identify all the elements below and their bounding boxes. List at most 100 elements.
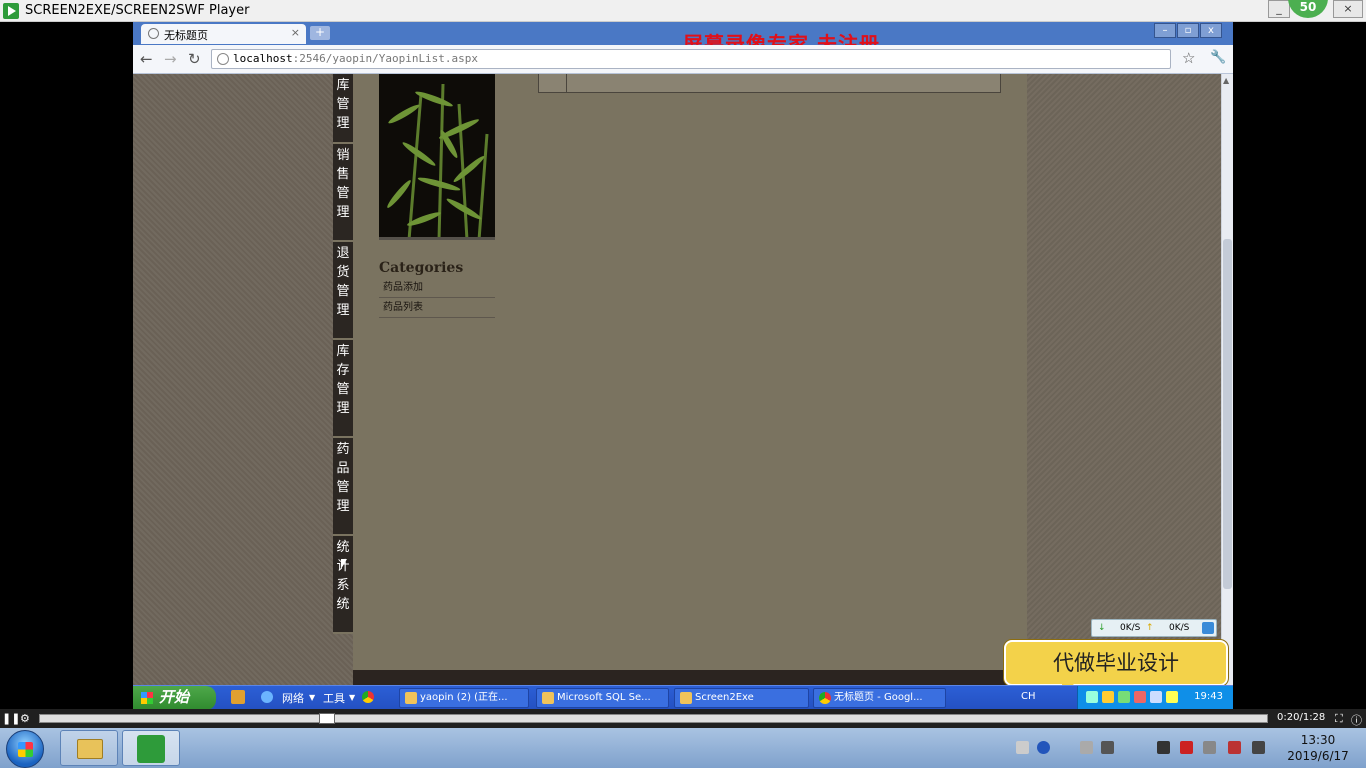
address-bar[interactable]: localhost:2546/yaopin/YaopinList.aspx [211,49,1171,69]
show-hidden-icons[interactable] [1080,741,1093,754]
right-background [1027,74,1221,685]
player-taskbar-button[interactable] [122,730,180,766]
network-monitor: ↓ 0K/S ↑ 0K/S [1091,619,1217,637]
browser-maximize-button[interactable]: ▫ [1177,23,1199,38]
signal-icon[interactable] [1252,741,1265,754]
windows-flag-icon [141,692,153,704]
address-url: localhost:2546/yaopin/YaopinList.aspx [233,52,478,65]
page-viewport: 库管理 销售管理 退货管理 库存管理 药品管理 统计系统 Categories [133,74,1221,685]
player-logo-icon [3,3,19,19]
bookmark-star-icon[interactable]: ☆ [1182,49,1195,67]
scroll-thumb[interactable] [1223,239,1232,589]
category-link-drug-list[interactable]: 药品列表 [379,298,495,318]
volume-muted-icon[interactable] [1203,741,1216,754]
download-speed: 0K/S [1120,623,1141,633]
nav-item-returns[interactable]: 退货管理 [333,242,353,340]
browser-close-button[interactable]: x [1200,23,1222,38]
quicklaunch-tools[interactable]: 工具 [323,690,345,706]
browser-toolbar: ← → ↻ localhost:2546/yaopin/YaopinList.a… [133,45,1233,74]
ie-icon[interactable] [261,691,273,703]
page-scrollbar[interactable]: ▲ [1221,74,1233,685]
nav-item-statistics[interactable]: 统计系统 [333,536,353,634]
upload-speed: 0K/S [1169,623,1190,633]
back-arrow-icon[interactable]: ← [140,50,153,68]
device-icon[interactable] [1101,741,1114,754]
mouse-cursor [341,559,347,569]
notification-icon[interactable] [1157,741,1170,754]
player-controls: ❚❚ ⚙ 0:20/1:28 ⛶ ⓘ [0,709,1366,728]
tray-icon[interactable] [1102,691,1114,703]
netmon-settings-icon[interactable] [1202,622,1214,634]
browser-tab[interactable]: 无标题页 × [141,24,306,44]
explorer-taskbar-button[interactable] [60,730,118,766]
download-arrow-icon: ↓ [1098,623,1106,633]
tray-icon[interactable] [1150,691,1162,703]
network-error-icon[interactable] [1228,741,1241,754]
forward-arrow-icon[interactable]: → [164,50,177,68]
progress-track[interactable] [39,713,1268,724]
nav-item-drugs[interactable]: 药品管理 [333,438,353,536]
language-indicator[interactable]: CH [1021,691,1036,702]
tray-icon[interactable] [1134,691,1146,703]
task-app-icon [542,692,554,704]
tab-title: 无标题页 [164,29,208,42]
player-title-bar: SCREEN2EXE/SCREEN2SWF Player _ 50 × [0,0,1366,22]
xp-task-screen2exe[interactable]: Screen2Exe [674,688,809,708]
keyboard-icon[interactable] [1016,741,1029,754]
quicklaunch-app-icon[interactable] [231,690,245,704]
url-path: :2546/yaopin/YaopinList.aspx [292,52,479,65]
help-icon[interactable] [1037,741,1050,754]
progress-thumb[interactable] [319,713,335,724]
chrome-icon [819,692,831,704]
category-link-add-drug[interactable]: 药品添加 [379,278,495,298]
browser-minimize-button[interactable]: – [1154,23,1176,38]
player-badge: 50 [1288,0,1328,18]
new-tab-button[interactable]: + [310,26,330,40]
bamboo-illustration [387,83,489,240]
bamboo-image [379,74,495,240]
xp-clock: 19:43 [1194,691,1223,702]
folder-icon [680,692,692,704]
xp-task-yaopin[interactable]: yaopin (2) (正在... [399,688,529,708]
pause-icon[interactable]: ❚❚ [2,712,20,725]
win7-date: 2019/6/17 [1287,749,1349,763]
wrench-menu-icon[interactable]: 🔧 [1210,50,1226,65]
chrome-icon[interactable] [362,691,374,703]
tray-icon[interactable] [1086,691,1098,703]
security-icon[interactable] [1180,741,1193,754]
xp-taskbar: 开始 网络 ▼ 工具 ▼ yaopin (2) (正在... Microsoft… [133,685,1233,710]
dropdown-arrow-icon[interactable]: ▼ [309,693,315,702]
ad-banner[interactable]: 代做毕业设计 [1004,640,1228,694]
scroll-up-icon[interactable]: ▲ [1223,76,1229,85]
tab-close-icon[interactable]: × [291,26,300,39]
tray-icon[interactable] [1118,691,1130,703]
page-globe-icon [217,53,229,65]
browser-window: 无标题页 × + 屏幕录像专家 未注册 – ▫ x ← → ↻ localhost:… [133,22,1233,74]
player-title: SCREEN2EXE/SCREEN2SWF Player [25,3,250,18]
xp-start-button[interactable]: 开始 [133,686,216,710]
quicklaunch-network[interactable]: 网络 [282,690,304,706]
tray-icon[interactable] [1166,691,1178,703]
url-host: localhost [233,52,293,65]
nav-item-stock[interactable]: 库存管理 [333,340,353,438]
player-close-button[interactable]: × [1333,0,1363,18]
xp-system-tray: CH 19:43 [1021,686,1233,710]
playback-time: 0:20/1:28 [1277,712,1326,723]
nav-item-sales[interactable]: 销售管理 [333,144,353,242]
player-minimize-button[interactable]: _ [1268,0,1290,18]
reload-icon[interactable]: ↻ [188,50,201,68]
win7-clock[interactable]: 13:30 2019/6/17 [1283,732,1353,764]
win7-start-orb[interactable] [6,730,44,768]
fullscreen-icon[interactable]: ⛶ [1335,712,1349,725]
page-footer [353,670,1027,685]
dropdown-arrow-icon[interactable]: ▼ [349,693,355,702]
folder-icon [77,739,103,759]
xp-task-sql[interactable]: Microsoft SQL Se... [536,688,669,708]
grid-cell [539,74,567,92]
nav-item-inventory-top[interactable]: 库管理 [333,74,353,144]
settings-icon[interactable]: ⚙ [20,712,34,725]
tab-favicon-icon [148,28,159,39]
info-icon[interactable]: ⓘ [1351,712,1365,727]
win7-time: 13:30 [1300,733,1336,747]
xp-task-chrome[interactable]: 无标题页 - Googl... [813,688,946,708]
